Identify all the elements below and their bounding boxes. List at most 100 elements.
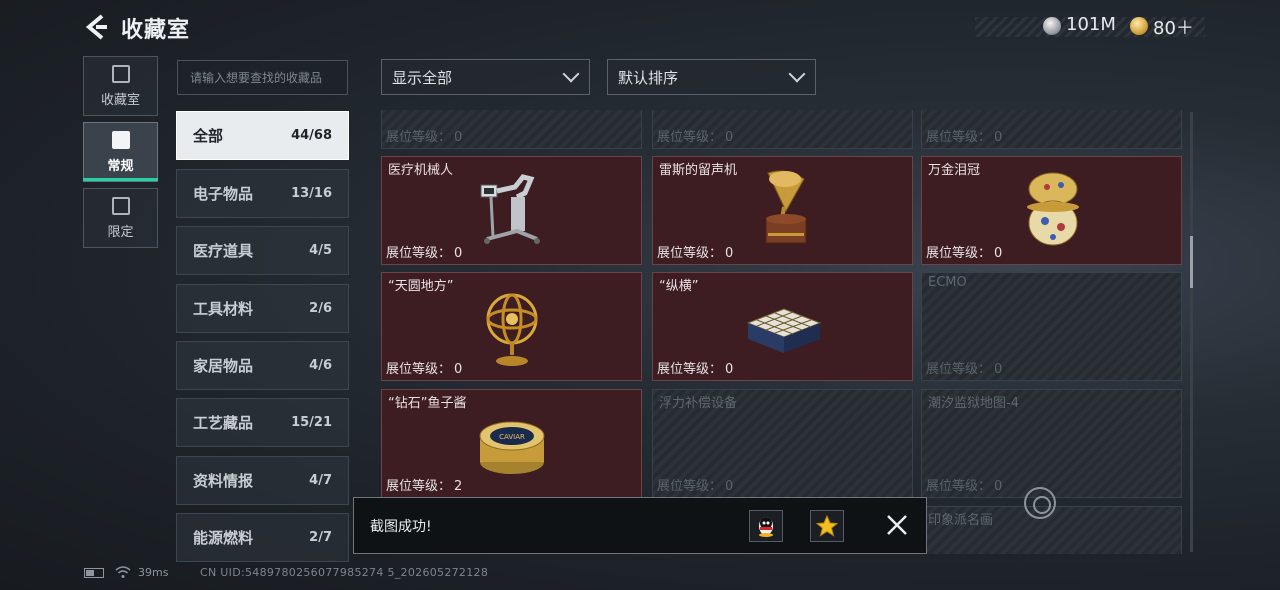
side-tab-label: 限定 xyxy=(107,224,134,240)
category-count: 4/7 xyxy=(309,473,332,488)
card-level: 展位等级： 0 xyxy=(657,130,734,145)
grid-scrollbar-thumb[interactable] xyxy=(1190,236,1193,288)
category-count: 44/68 xyxy=(291,128,332,143)
category-name: 工具材料 xyxy=(193,300,254,318)
category-count: 15/21 xyxy=(291,415,332,430)
silver-coin-icon xyxy=(1043,17,1061,35)
card-name: 浮力补偿设备 xyxy=(659,396,738,411)
gramophone-icon xyxy=(765,170,806,244)
gallery-icon xyxy=(111,130,130,149)
caviar-tin-icon: CAVIAR xyxy=(479,421,544,474)
sort-dropdown-label: 默认排序 xyxy=(618,68,679,87)
grid-scrollbar-track[interactable] xyxy=(1190,112,1193,552)
active-tab-indicator xyxy=(83,178,158,181)
qzone-star-icon xyxy=(816,515,838,537)
collection-card-gramophone[interactable]: 雷斯的留声机 展位等级： 0 xyxy=(652,156,913,265)
category-name: 工艺藏品 xyxy=(193,414,254,432)
battery-icon xyxy=(84,568,104,578)
category-electronics[interactable]: 电子物品 13/16 xyxy=(176,169,349,218)
side-tab-label: 收藏室 xyxy=(100,92,140,108)
card-name: 潮汐监狱地图-4 xyxy=(928,396,1019,411)
category-count: 13/16 xyxy=(291,186,332,201)
collection-card[interactable]: 展位等级： 0 xyxy=(381,110,642,149)
card-level: 展位等级： 0 xyxy=(926,362,1003,377)
card-name: 万金泪冠 xyxy=(928,163,981,178)
sort-dropdown[interactable]: 默认排序 xyxy=(607,59,816,95)
category-fuel[interactable]: 能源燃料 2/7 xyxy=(176,513,349,562)
category-name: 能源燃料 xyxy=(193,529,254,547)
collection-card-chess-set[interactable]: “纵横” 展位等级： 0 xyxy=(652,272,913,381)
filter-dropdown-label: 显示全部 xyxy=(392,68,453,87)
filter-dropdown[interactable]: 显示全部 xyxy=(381,59,590,95)
chevron-down-icon xyxy=(788,65,806,83)
page-title: 收藏室 xyxy=(121,18,191,43)
category-medical[interactable]: 医疗道具 4/5 xyxy=(176,226,349,275)
card-level: 展位等级： 0 xyxy=(657,479,734,494)
search-input[interactable] xyxy=(177,60,348,95)
card-name: 雷斯的留声机 xyxy=(659,163,738,178)
armillary-sphere-icon xyxy=(486,293,537,366)
category-intel[interactable]: 资料情报 4/7 xyxy=(176,456,349,505)
gold-currency-amount[interactable]: 80＋ xyxy=(1153,14,1194,40)
category-household[interactable]: 家居物品 4/6 xyxy=(176,341,349,390)
side-tab-label: 常规 xyxy=(107,158,134,174)
back-arrow-icon[interactable] xyxy=(84,13,108,41)
silver-currency-amount: 101M xyxy=(1066,14,1116,35)
collection-card[interactable]: 展位等级： 0 xyxy=(652,110,913,149)
side-tab-regular[interactable]: 常规 xyxy=(83,122,158,182)
screenshot-toast: 截图成功! xyxy=(353,497,927,554)
card-level: 展位等级： 0 xyxy=(657,362,734,377)
ping-readout: 39ms xyxy=(138,566,169,579)
category-count: 4/6 xyxy=(309,358,332,373)
side-tab-vault[interactable]: 收藏室 xyxy=(83,56,158,116)
category-count: 2/6 xyxy=(309,301,332,316)
share-qq-button[interactable] xyxy=(749,510,783,542)
close-icon[interactable] xyxy=(884,512,910,538)
jeweled-egg-icon xyxy=(1026,172,1079,246)
category-crafts[interactable]: 工艺藏品 15/21 xyxy=(176,398,349,447)
category-count: 4/5 xyxy=(309,243,332,258)
collection-card[interactable]: 展位等级： 0 xyxy=(921,110,1182,149)
card-name: “纵横” xyxy=(659,279,699,294)
crosshair-icon[interactable] xyxy=(1024,487,1056,519)
side-tab-limited[interactable]: 限定 xyxy=(83,188,158,248)
category-name: 资料情报 xyxy=(193,472,254,490)
collection-card-caviar[interactable]: “钻石”鱼子酱 CAVIAR 展位等级： 2 xyxy=(381,389,642,498)
card-level: 展位等级： 0 xyxy=(386,362,463,377)
collection-card-ecmo[interactable]: ECMO 展位等级： 0 xyxy=(921,272,1182,381)
category-name: 家居物品 xyxy=(193,357,254,375)
limited-icon xyxy=(111,196,130,215)
card-level: 展位等级： 0 xyxy=(386,130,463,145)
category-name: 全部 xyxy=(193,127,224,145)
card-level: 展位等级： 0 xyxy=(386,246,463,261)
collection-card-armillary-sphere[interactable]: “天圆地方” 展位等级： 0 xyxy=(381,272,642,381)
user-uid: CN UID:5489780256077985274 5_20260527212… xyxy=(200,566,489,579)
collection-card-medical-robot[interactable]: 医疗机械人 展位等级： 0 xyxy=(381,156,642,265)
collection-grid: 展位等级： 0 展位等级： 0 展位等级： 0 医疗机械人 展位等级： 0 雷斯的留声机 xyxy=(381,110,1185,554)
chevron-down-icon xyxy=(562,65,580,83)
card-level: 展位等级： 0 xyxy=(926,130,1003,145)
collection-card-tidal-map[interactable]: 潮汐监狱地图-4 展位等级： 0 xyxy=(921,389,1182,498)
toast-message: 截图成功! xyxy=(370,519,432,535)
chess-set-icon xyxy=(746,308,821,353)
collection-card-bcd[interactable]: 浮力补偿设备 展位等级： 0 xyxy=(652,389,913,498)
vault-icon xyxy=(111,64,130,83)
card-name: “钻石”鱼子酱 xyxy=(388,396,467,411)
gold-coin-icon xyxy=(1130,17,1148,35)
category-tools[interactable]: 工具材料 2/6 xyxy=(176,284,349,333)
qq-penguin-icon xyxy=(759,517,773,537)
collection-card-jeweled-egg[interactable]: 万金泪冠 展位等级： 0 xyxy=(921,156,1182,265)
card-level: 展位等级： 0 xyxy=(926,246,1003,261)
card-name: ECMO xyxy=(928,275,967,290)
category-count: 2/7 xyxy=(309,530,332,545)
category-all[interactable]: 全部 44/68 xyxy=(176,111,349,160)
card-level: 展位等级： 2 xyxy=(386,479,463,494)
card-level: 展位等级： 0 xyxy=(657,246,734,261)
card-level: 展位等级： 0 xyxy=(926,479,1003,494)
card-name: 印象派名画 xyxy=(928,513,994,528)
caviar-label: CAVIAR xyxy=(499,433,525,441)
share-qzone-button[interactable] xyxy=(810,510,844,542)
card-name: “天圆地方” xyxy=(388,279,454,294)
wifi-icon xyxy=(115,566,131,578)
category-name: 电子物品 xyxy=(193,185,254,203)
